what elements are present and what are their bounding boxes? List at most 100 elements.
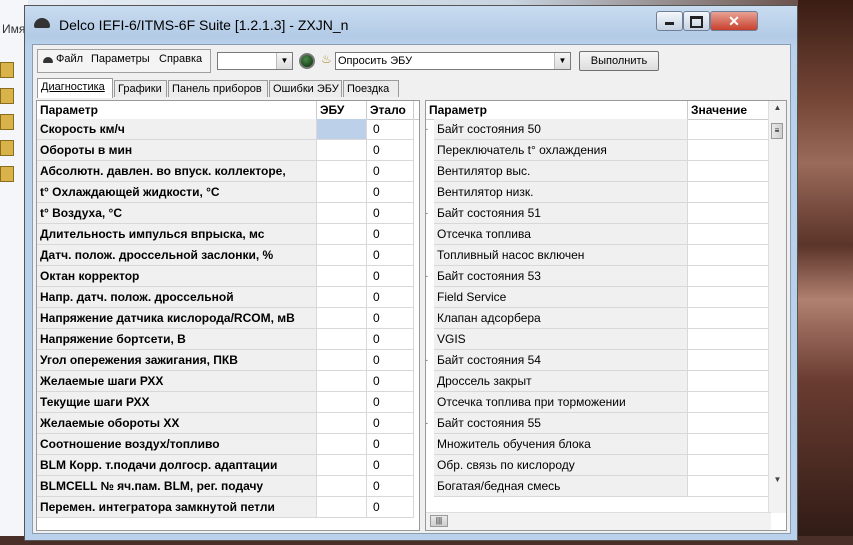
table-row[interactable]: Абсолютн. давлен. во впуск. коллекторе, 0 [37,161,414,182]
ref-value-cell[interactable]: 0 [367,455,414,476]
table-row[interactable]: - Байт состояния 53 [426,266,771,287]
col-header-value[interactable]: Значение [688,101,771,119]
status-value-cell[interactable] [688,434,771,455]
status-value-cell[interactable] [688,119,771,140]
ecu-value-cell[interactable] [317,434,367,455]
ecu-value-cell[interactable] [317,413,367,434]
expand-icon[interactable]: - [426,272,433,281]
table-row[interactable]: Богатая/бедная смесь [426,476,771,497]
ref-value-cell[interactable]: 0 [367,308,414,329]
ecu-value-cell[interactable] [317,182,367,203]
chevron-down-icon[interactable]: ▼ [276,53,292,69]
status-value-cell[interactable] [688,476,771,497]
port-select[interactable]: ▼ [217,52,293,70]
ref-value-cell[interactable]: 0 [367,182,414,203]
table-row[interactable]: Скорость км/ч 0 [37,119,414,140]
table-row[interactable]: Желаемые шаги РХХ 0 [37,371,414,392]
status-value-cell[interactable] [688,161,771,182]
scroll-up-icon[interactable]: ▲ [769,101,786,115]
table-row[interactable]: Напр. датч. полож. дроссельной 0 [37,287,414,308]
expand-icon[interactable]: - [426,419,433,428]
tab-trip[interactable]: Поездка [343,80,399,97]
table-row[interactable]: Обороты в мин 0 [37,140,414,161]
status-value-cell[interactable] [688,287,771,308]
table-row[interactable]: Соотношение воздух/топливо 0 [37,434,414,455]
ref-value-cell[interactable]: 0 [367,476,414,497]
ref-value-cell[interactable]: 0 [367,119,414,140]
tab-graphs[interactable]: Графики [114,80,167,97]
table-row[interactable]: Множитель обучения блока [426,434,771,455]
close-button[interactable]: ✕ [710,11,758,31]
ref-value-cell[interactable]: 0 [367,329,414,350]
expand-icon[interactable]: - [426,356,433,365]
maximize-button[interactable] [683,11,710,31]
ref-value-cell[interactable]: 0 [367,266,414,287]
table-row[interactable]: Текущие шаги РХХ 0 [37,392,414,413]
ecu-value-cell[interactable] [317,245,367,266]
menu-parameters[interactable]: Параметры [91,53,150,65]
ecu-value-cell[interactable] [317,455,367,476]
ref-value-cell[interactable]: 0 [367,140,414,161]
col-header-param[interactable]: Параметр [37,101,317,119]
table-row[interactable]: - Байт состояния 50 [426,119,771,140]
table-row[interactable]: Угол опережения зажигания, ПКВ 0 [37,350,414,371]
table-row[interactable]: Октан корректор 0 [37,266,414,287]
hscroll-thumb[interactable]: ||| [430,515,448,527]
table-row[interactable]: Отсечка топлива [426,224,771,245]
tab-dashboard[interactable]: Панель приборов [168,80,268,97]
ref-value-cell[interactable]: 0 [367,287,414,308]
status-value-cell[interactable] [688,329,771,350]
chevron-down-icon[interactable]: ▼ [554,53,570,69]
table-row[interactable]: Клапан адсорбера [426,308,771,329]
ecu-value-cell[interactable] [317,203,367,224]
status-value-cell[interactable] [688,266,771,287]
ecu-value-cell[interactable] [317,287,367,308]
ref-value-cell[interactable]: 0 [367,203,414,224]
status-value-cell[interactable] [688,245,771,266]
table-row[interactable]: - Байт состояния 55 [426,413,771,434]
status-value-cell[interactable] [688,224,771,245]
ecu-value-cell[interactable] [317,140,367,161]
table-row[interactable]: Длительность импулься впрыска, мс 0 [37,224,414,245]
table-row[interactable]: Вентилятор низк. [426,182,771,203]
table-row[interactable]: BLMCELL № яч.пам. BLM, рег. подачу 0 [37,476,414,497]
status-value-cell[interactable] [688,392,771,413]
table-row[interactable]: Обр. связь по кислороду [426,455,771,476]
ecu-value-cell[interactable] [317,350,367,371]
scroll-down-icon[interactable]: ▼ [769,473,786,487]
ref-value-cell[interactable]: 0 [367,371,414,392]
ref-value-cell[interactable]: 0 [367,413,414,434]
ecu-value-cell[interactable] [317,161,367,182]
status-value-cell[interactable] [688,308,771,329]
title-bar[interactable]: Delco IEFI-6/ITMS-6F Suite [1.2.1.3] - Z… [25,6,797,44]
table-row[interactable]: Напряжение бортсети, В 0 [37,329,414,350]
ecu-value-cell[interactable] [317,224,367,245]
status-value-cell[interactable] [688,140,771,161]
scroll-thumb[interactable]: ≡ [771,123,783,139]
col-header-param[interactable]: Параметр [426,101,688,119]
col-header-ecu[interactable]: ЭБУ [317,101,367,119]
ecu-value-cell[interactable] [317,329,367,350]
expand-icon[interactable]: - [426,209,433,218]
menu-file[interactable]: Файл [56,53,83,65]
table-row[interactable]: - Байт состояния 54 [426,350,771,371]
table-row[interactable]: Дроссель закрыт [426,371,771,392]
horizontal-scrollbar[interactable]: ||| [426,512,771,530]
ref-value-cell[interactable]: 0 [367,161,414,182]
col-header-ref[interactable]: Этало [367,101,414,119]
table-row[interactable]: Напряжение датчика кислорода/RCOM, мВ 0 [37,308,414,329]
table-row[interactable]: Перемен. интегратора замкнутой петли 0 [37,497,414,518]
minimize-button[interactable] [656,11,683,31]
status-value-cell[interactable] [688,413,771,434]
ecu-value-cell[interactable] [317,497,367,518]
table-row[interactable]: Field Service [426,287,771,308]
table-row[interactable]: Топливный насос включен [426,245,771,266]
table-row[interactable]: t° Воздуха, °C 0 [37,203,414,224]
status-value-cell[interactable] [688,182,771,203]
tab-ecu-errors[interactable]: Ошибки ЭБУ [269,80,342,97]
table-row[interactable]: Отсечка топлива при торможении [426,392,771,413]
ecu-value-cell[interactable] [317,392,367,413]
table-row[interactable]: VGIS [426,329,771,350]
table-row[interactable]: Датч. полож. дроссельной заслонки, % 0 [37,245,414,266]
status-value-cell[interactable] [688,455,771,476]
